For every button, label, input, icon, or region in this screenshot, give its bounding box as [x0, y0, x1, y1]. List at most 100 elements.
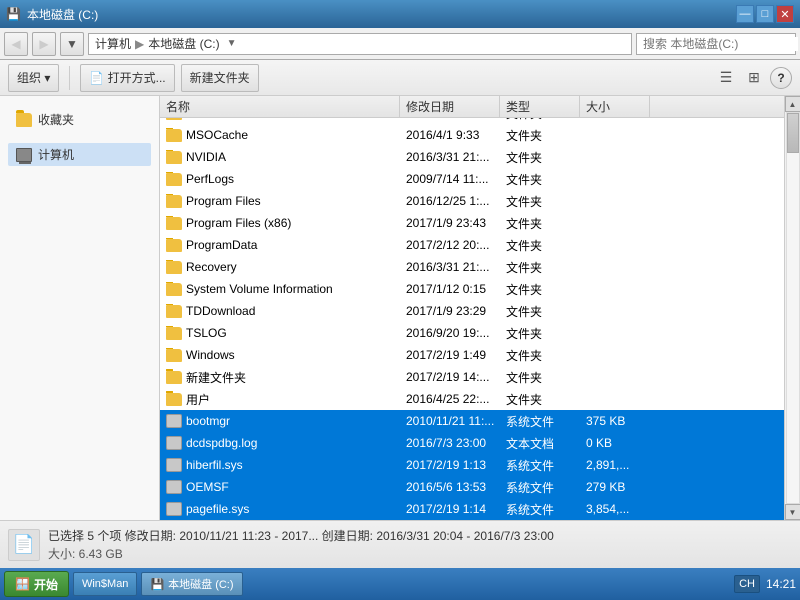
table-row[interactable]: TDDownload2017/1/9 23:29文件夹: [160, 300, 784, 322]
scroll-track[interactable]: [786, 112, 800, 504]
folder-icon: [166, 327, 182, 340]
open-with-button[interactable]: 📄 打开方式...: [80, 64, 174, 92]
table-row[interactable]: Program Files (x86)2017/1/9 23:43文件夹: [160, 212, 784, 234]
file-list-area: 名称 修改日期 类型 大小 KwDownload2016/3/31 22:...…: [160, 96, 784, 520]
right-scrollbar[interactable]: ▲ ▼: [784, 96, 800, 520]
table-row[interactable]: dcdspdbg.log2016/7/3 23:00文本文档0 KB: [160, 432, 784, 454]
file-name-cell: Program Files (x86): [160, 216, 400, 230]
folder-icon: [166, 195, 182, 208]
file-name-cell: ProgramData: [160, 238, 400, 252]
file-name-cell: Recovery: [160, 260, 400, 274]
new-folder-button[interactable]: 新建文件夹: [181, 64, 259, 92]
address-path[interactable]: 计算机 ▶ 本地磁盘 (C:) ▼: [88, 33, 632, 55]
file-list-header: 名称 修改日期 类型 大小: [160, 96, 784, 118]
close-button[interactable]: ✕: [776, 5, 794, 23]
file-name-cell: OEMSF: [160, 480, 400, 494]
file-name-cell: 用户: [160, 391, 400, 408]
file-name-cell: PerfLogs: [160, 172, 400, 186]
sidebar-favorites-section: 收藏夹: [0, 104, 159, 135]
table-row[interactable]: PerfLogs2009/7/14 11:...文件夹: [160, 168, 784, 190]
new-folder-label: 新建文件夹: [190, 69, 250, 86]
back-button[interactable]: ◀: [4, 32, 28, 56]
address-dropdown-btn[interactable]: ▼: [224, 38, 240, 49]
toolbar-separator: [69, 66, 70, 90]
table-row[interactable]: 用户2016/4/25 22:...文件夹: [160, 388, 784, 410]
table-row[interactable]: NVIDIA2016/3/31 21:...文件夹: [160, 146, 784, 168]
minimize-button[interactable]: —: [736, 5, 754, 23]
folder-icon: [166, 151, 182, 164]
scroll-up-arrow[interactable]: ▲: [785, 96, 800, 112]
sidebar-item-favorites[interactable]: 收藏夹: [8, 108, 151, 131]
system-file-icon: [166, 414, 182, 428]
clock-display: 14:21: [766, 577, 796, 591]
file-name-cell: dcdspdbg.log: [160, 436, 400, 450]
table-row[interactable]: 新建文件夹2017/2/19 14:...文件夹: [160, 366, 784, 388]
table-row[interactable]: System Volume Information2017/1/12 0:15文…: [160, 278, 784, 300]
address-bar: ◀ ▶ ▼ 计算机 ▶ 本地磁盘 (C:) ▼ 🔍: [0, 28, 800, 60]
title-bar-icon: 💾: [6, 7, 21, 21]
file-name-cell: KwDownload: [160, 118, 400, 120]
sidebar: 收藏夹 计算机: [0, 96, 160, 520]
path-segment-drive[interactable]: 本地磁盘 (C:): [148, 35, 219, 52]
taskbar-winsman-label: Win$Man: [82, 578, 128, 590]
open-label: 📄 打开方式...: [89, 69, 165, 86]
system-file-icon: [166, 436, 182, 450]
header-type[interactable]: 类型: [500, 96, 580, 117]
folder-icon: [166, 349, 182, 362]
file-name-cell: pagefile.sys: [160, 502, 400, 516]
table-row[interactable]: bootmgr2010/11/21 11:...系统文件375 KB: [160, 410, 784, 432]
sidebar-item-computer[interactable]: 计算机: [8, 143, 151, 166]
view-toggle-button[interactable]: ☰: [714, 66, 738, 90]
search-box[interactable]: 🔍: [636, 33, 796, 55]
maximize-button[interactable]: □: [756, 5, 774, 23]
table-row[interactable]: MSOCache2016/4/1 9:33文件夹: [160, 124, 784, 146]
folder-icon: [166, 173, 182, 186]
header-size[interactable]: 大小: [580, 96, 650, 117]
table-row[interactable]: ProgramData2017/2/12 20:...文件夹: [160, 234, 784, 256]
table-row[interactable]: OEMSF2016/5/6 13:53系统文件279 KB: [160, 476, 784, 498]
forward-button[interactable]: ▶: [32, 32, 56, 56]
status-bar: 📄 已选择 5 个项 修改日期: 2010/11/21 11:23 - 2017…: [0, 520, 800, 568]
file-name-cell: Windows: [160, 348, 400, 362]
table-row[interactable]: Recovery2016/3/31 21:...文件夹: [160, 256, 784, 278]
table-row[interactable]: hiberfil.sys2017/2/19 1:13系统文件2,891,...: [160, 454, 784, 476]
table-row[interactable]: Windows2017/2/19 1:49文件夹: [160, 344, 784, 366]
taskbar-winsman-btn[interactable]: Win$Man: [73, 572, 137, 596]
system-file-icon: [166, 502, 182, 516]
file-name-cell: 新建文件夹: [160, 369, 400, 386]
toolbar: 组织 ▾ 📄 打开方式... 新建文件夹 ☰ ⊞ ?: [0, 60, 800, 96]
up-button[interactable]: ▼: [60, 32, 84, 56]
folder-icon: [166, 118, 182, 120]
file-name-cell: bootmgr: [160, 414, 400, 428]
file-list-scroll[interactable]: KwDownload2016/3/31 22:...文件夹MSOCache201…: [160, 118, 784, 520]
search-input[interactable]: [643, 37, 798, 51]
folder-icon: [166, 371, 182, 384]
taskbar-drive-btn[interactable]: 💾 本地磁盘 (C:): [141, 572, 242, 596]
status-icon: 📄: [8, 529, 40, 561]
taskbar-drive-label: 本地磁盘 (C:): [168, 576, 233, 592]
scroll-thumb[interactable]: [787, 113, 799, 153]
folder-icon: [166, 393, 182, 406]
header-name[interactable]: 名称: [160, 96, 400, 117]
folder-icon: [166, 305, 182, 318]
folder-icon: [166, 217, 182, 230]
start-button[interactable]: 🪟 开始: [4, 571, 69, 597]
table-row[interactable]: Program Files2016/12/25 1:...文件夹: [160, 190, 784, 212]
taskbar: 🪟 开始 Win$Man 💾 本地磁盘 (C:) CH 14:21: [0, 568, 800, 600]
view-list-button[interactable]: ⊞: [742, 66, 766, 90]
table-row[interactable]: TSLOG2016/9/20 19:...文件夹: [160, 322, 784, 344]
file-name-cell: System Volume Information: [160, 282, 400, 296]
folder-icon: [166, 129, 182, 142]
organize-button[interactable]: 组织 ▾: [8, 64, 59, 92]
language-button[interactable]: CH: [734, 575, 760, 593]
help-button[interactable]: ?: [770, 67, 792, 89]
file-name-cell: TDDownload: [160, 304, 400, 318]
folder-icon: [166, 239, 182, 252]
sidebar-computer-section: 计算机: [0, 139, 159, 170]
scroll-down-arrow[interactable]: ▼: [785, 504, 800, 520]
folder-icon: [166, 261, 182, 274]
header-date[interactable]: 修改日期: [400, 96, 500, 117]
file-name-cell: Program Files: [160, 194, 400, 208]
path-segment-computer[interactable]: 计算机: [95, 35, 131, 52]
table-row[interactable]: pagefile.sys2017/2/19 1:14系统文件3,854,...: [160, 498, 784, 520]
